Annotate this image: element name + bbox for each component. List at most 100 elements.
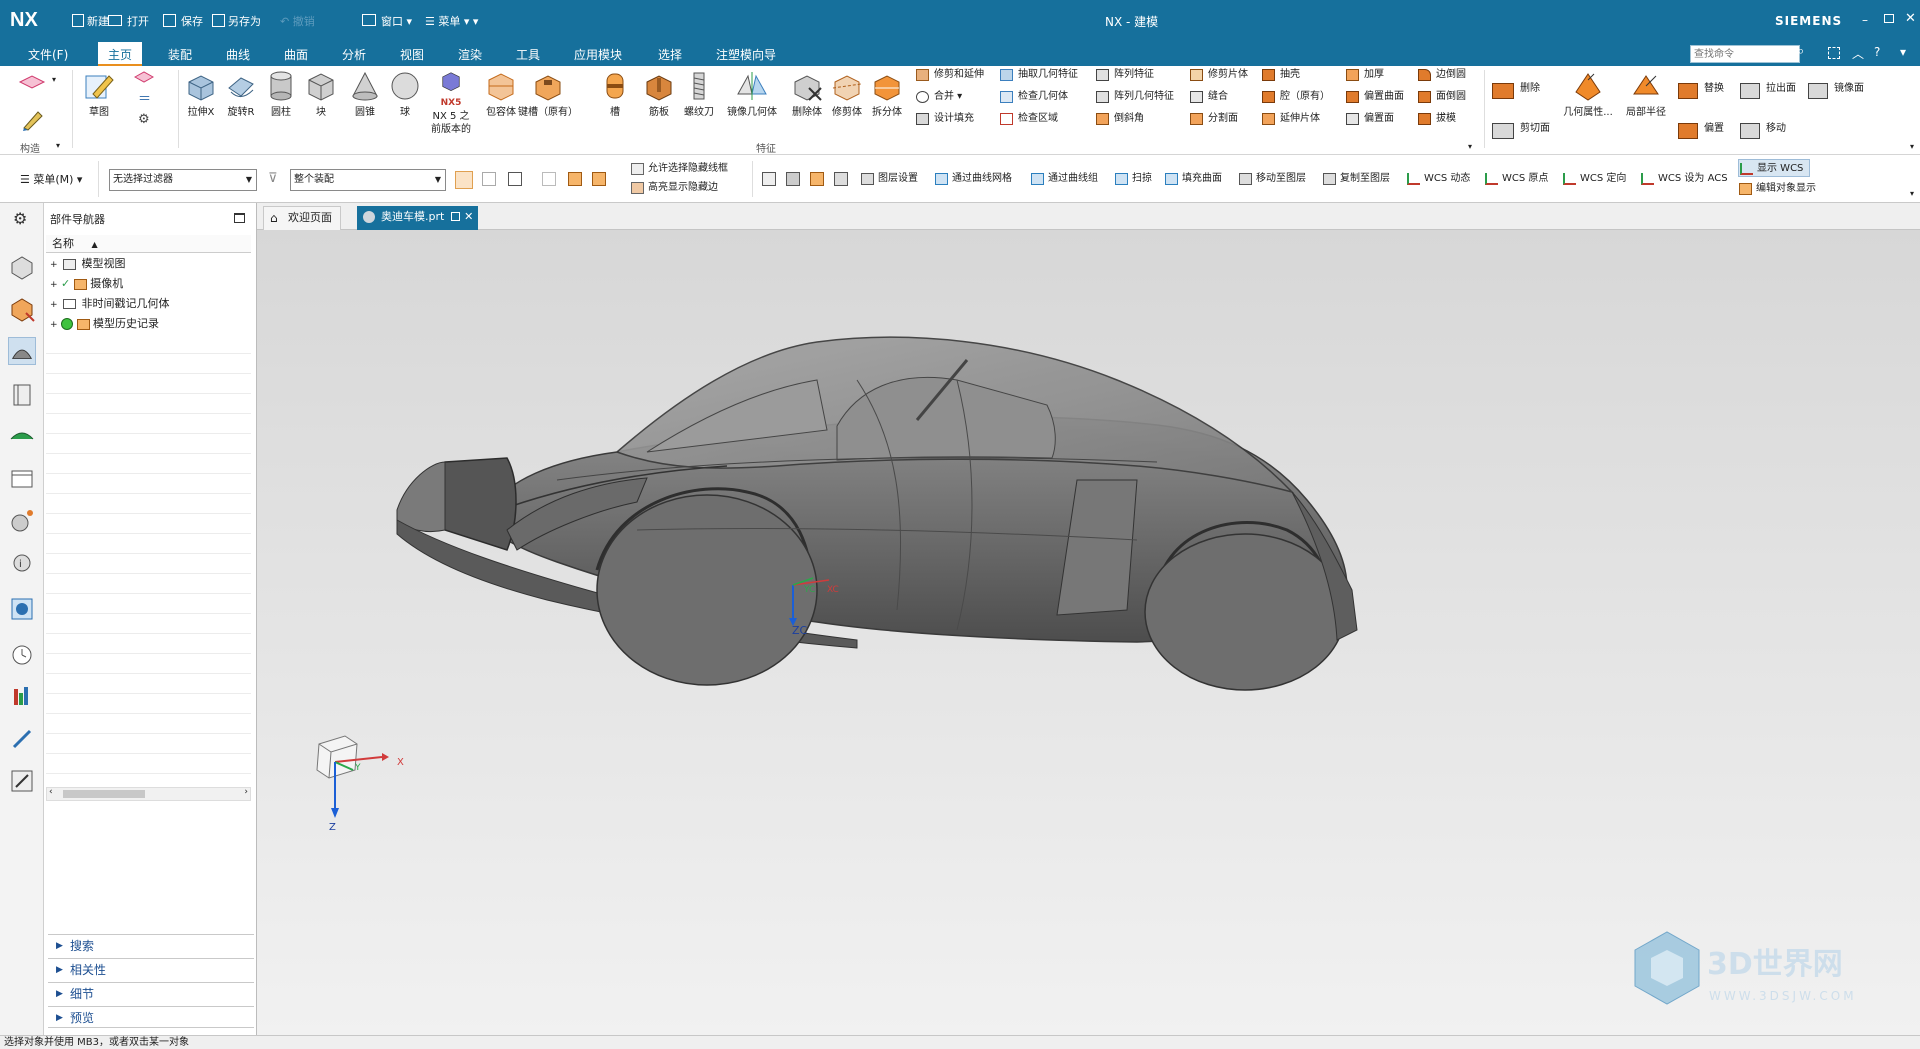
hd3d-tools-icon[interactable]: [8, 423, 36, 451]
select-tool-icon[interactable]: [508, 172, 522, 186]
show-wcs-toggle[interactable]: 显示 WCS: [1738, 159, 1811, 177]
offset-region-button[interactable]: 偏置: [1676, 120, 1724, 139]
scrollbar-thumb[interactable]: [63, 790, 145, 798]
graphics-viewport[interactable]: ZC XC YC X Y Z 3D世界网 WWW.3DSJW.COM: [257, 230, 1920, 1035]
system-materials-icon[interactable]: i: [8, 549, 36, 577]
tab-analysis[interactable]: 分析: [342, 46, 366, 63]
maximize-panel-icon[interactable]: [234, 213, 245, 223]
settings-gear-icon[interactable]: ⚙: [138, 112, 150, 127]
through-curves-button[interactable]: 通过曲线组: [1030, 170, 1098, 188]
pattern-geometry-button[interactable]: 阵列几何特征: [1094, 88, 1174, 106]
tree-item-model-views[interactable]: + 模型视图: [50, 254, 250, 274]
sew-button[interactable]: 缝合: [1188, 88, 1228, 106]
toolbar-more-icon[interactable]: ▾: [1910, 189, 1914, 198]
window-icon[interactable]: [362, 14, 376, 26]
horizontal-scrollbar[interactable]: ‹ ›: [46, 787, 251, 801]
new-button[interactable]: 新建: [87, 13, 109, 29]
tools-icon[interactable]: [8, 767, 36, 795]
undo-button[interactable]: ↶ 撤销: [280, 13, 315, 29]
slot-button[interactable]: 键槽（原有）: [518, 68, 578, 119]
save-icon[interactable]: [163, 14, 176, 27]
save-button[interactable]: 保存: [181, 13, 203, 29]
mirror-face-button[interactable]: 镜像面: [1806, 80, 1864, 99]
window-menu[interactable]: 窗口 ▾: [381, 13, 412, 29]
snap-icon[interactable]: [482, 172, 496, 186]
equals-icon[interactable]: ＝: [138, 88, 151, 107]
edge-blend-button[interactable]: 边倒圆: [1416, 66, 1466, 84]
delete-face-button[interactable]: 删除: [1490, 80, 1540, 99]
offset-face-button[interactable]: 偏置面: [1344, 110, 1394, 128]
geometry-properties-button[interactable]: 几何属性...: [1562, 68, 1614, 119]
extend-sheet-button[interactable]: 延伸片体: [1260, 110, 1320, 128]
tab-home[interactable]: 主页: [98, 42, 143, 66]
navigator-column-header[interactable]: 名称 ▲: [46, 235, 251, 253]
menu-dropdown[interactable]: ☰ 菜单 ▾ ▾: [425, 13, 478, 29]
draft-button[interactable]: 拔模: [1416, 110, 1456, 128]
plane-dropdown-icon[interactable]: [134, 70, 154, 84]
pocket-button[interactable]: 腔（原有）: [1260, 88, 1330, 106]
filter-funnel-icon[interactable]: ⊽: [268, 171, 278, 186]
type-filter-select[interactable]: 无选择过滤器 ▼: [109, 169, 257, 191]
sketch-pen-icon[interactable]: [20, 108, 44, 132]
view-icon-4[interactable]: [834, 172, 848, 186]
swept-button[interactable]: 扫掠: [1114, 170, 1152, 188]
tab-welcome-page[interactable]: ⌂ 欢迎页面: [263, 206, 341, 230]
history-icon[interactable]: [8, 507, 36, 535]
check-geometry-button[interactable]: 检查几何体: [998, 88, 1068, 106]
more-icon[interactable]: ▾: [1900, 45, 1906, 59]
search-icon[interactable]: ⌕: [1797, 44, 1804, 59]
select-feature-icon[interactable]: [455, 171, 473, 189]
save-as-icon[interactable]: [212, 14, 225, 27]
move-to-layer-button[interactable]: 移动至图层: [1238, 170, 1306, 188]
accordion-preview[interactable]: ▶ 预览: [48, 1006, 254, 1028]
allow-hidden-wireframe-toggle[interactable]: 允许选择隐藏线框: [630, 160, 728, 178]
accordion-details[interactable]: ▶ 细节: [48, 982, 254, 1004]
layer-settings-button[interactable]: 图层设置: [860, 170, 918, 188]
accordion-search[interactable]: ▶ 搜索: [48, 934, 254, 956]
sphere-button[interactable]: 球: [382, 68, 428, 119]
shell-button[interactable]: 抽壳: [1260, 66, 1300, 84]
close-icon[interactable]: ✕: [1905, 11, 1916, 26]
wcs-origin-button[interactable]: WCS 原点: [1484, 170, 1548, 188]
open-button[interactable]: 打开: [127, 13, 149, 29]
fullscreen-icon[interactable]: [1828, 47, 1840, 59]
wcs-orient-button[interactable]: WCS 定向: [1562, 170, 1626, 188]
local-radius-button[interactable]: 局部半径: [1620, 68, 1672, 119]
car-model-scene[interactable]: ZC XC YC X Y Z 3D世界网 WWW.3DSJW.COM: [257, 230, 1920, 1035]
expand-icon[interactable]: +: [50, 320, 58, 330]
scope-select[interactable]: 整个装配 ▼: [290, 169, 446, 191]
scroll-right-icon[interactable]: ›: [244, 787, 248, 797]
measure-icon[interactable]: [8, 725, 36, 753]
trim-extend-button[interactable]: 修剪和延伸: [914, 66, 984, 84]
through-curve-mesh-button[interactable]: 通过曲线网格: [934, 170, 1012, 188]
constraint-navigator-icon[interactable]: [8, 295, 36, 323]
web-browser-icon[interactable]: [8, 465, 36, 493]
roles-icon[interactable]: [8, 683, 36, 711]
unite-button[interactable]: 合并 ▾: [914, 88, 962, 106]
face-blend-button[interactable]: 面倒圆: [1416, 88, 1466, 106]
view-icon-3[interactable]: [810, 172, 824, 186]
datum-plane-icon[interactable]: [18, 74, 46, 90]
popout-icon[interactable]: [451, 212, 461, 221]
add-select-icon[interactable]: [592, 172, 606, 186]
divide-face-button[interactable]: 分割面: [1188, 110, 1238, 128]
mirror-geometry-button[interactable]: 镜像几何体: [724, 68, 780, 119]
ribbon-more-icon[interactable]: ▾: [1910, 142, 1914, 151]
collapse-ribbon-icon[interactable]: ︿: [1852, 45, 1864, 62]
resource-settings-gear-icon[interactable]: ⚙: [13, 209, 27, 228]
open-icon[interactable]: [108, 15, 122, 26]
check-region-button[interactable]: 检查区域: [998, 110, 1058, 128]
tab-file[interactable]: 文件(F): [28, 46, 68, 63]
tab-assembly[interactable]: 装配: [168, 46, 192, 63]
chamfer-button[interactable]: 倒斜角: [1094, 110, 1144, 128]
command-search-input[interactable]: [1690, 45, 1800, 63]
design-fill-button[interactable]: 设计填充: [914, 110, 974, 128]
highlight-icon[interactable]: [568, 172, 582, 186]
replace-face-button[interactable]: 替换: [1676, 80, 1724, 99]
move-face-button[interactable]: 移动: [1738, 120, 1786, 139]
dropdown-arrow-icon[interactable]: ▾: [52, 75, 56, 84]
expand-icon[interactable]: +: [50, 260, 58, 270]
new-icon[interactable]: [72, 14, 84, 27]
thicken-button[interactable]: 加厚: [1344, 66, 1384, 84]
deselect-icon[interactable]: [542, 172, 556, 186]
